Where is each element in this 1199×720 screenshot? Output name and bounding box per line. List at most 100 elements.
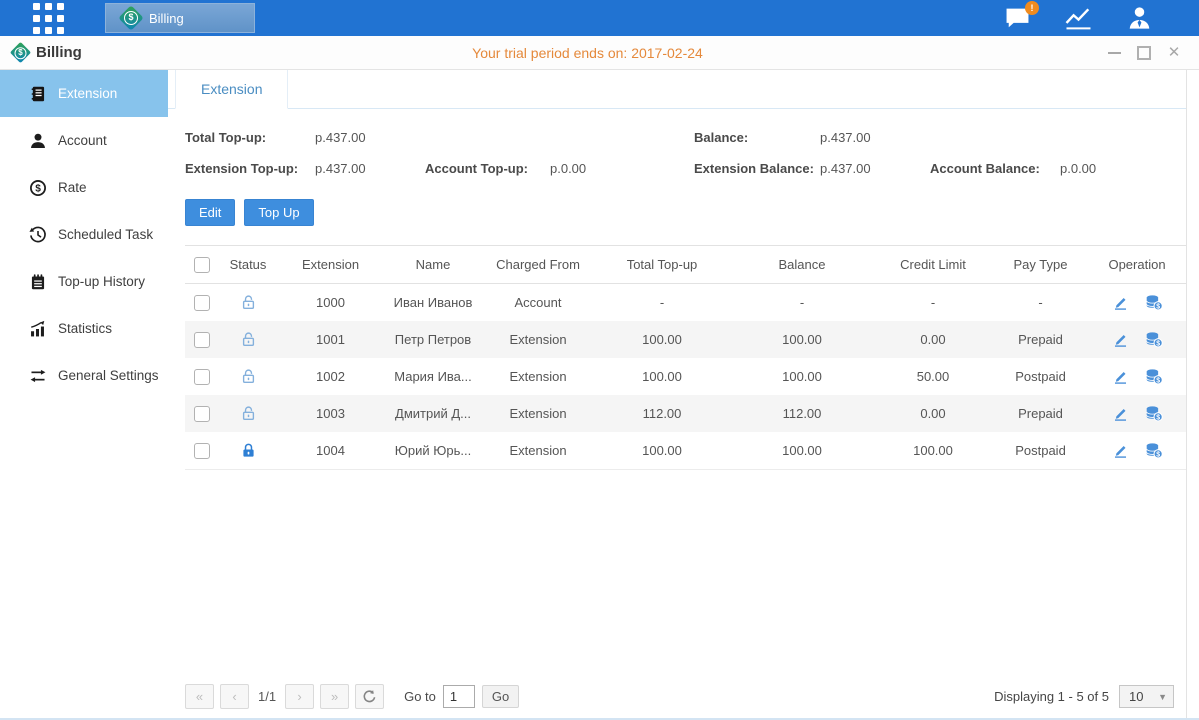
- billing-app-icon: $: [118, 5, 143, 30]
- account-topup-value: p.0.00: [550, 161, 694, 176]
- pay-type-cell: -: [993, 284, 1088, 322]
- chevron-down-icon: ▼: [1158, 692, 1167, 702]
- sidebar-item-statistics[interactable]: Statistics: [0, 305, 168, 352]
- scheduled-task-icon: [29, 226, 47, 244]
- edit-icon[interactable]: [1112, 368, 1129, 385]
- balance-cell: 100.00: [731, 321, 873, 358]
- resource-monitor-icon[interactable]: [1063, 6, 1094, 30]
- name-cell: Мария Ива...: [383, 358, 483, 395]
- balance-cell: -: [731, 284, 873, 322]
- select-all-checkbox[interactable]: [194, 257, 210, 273]
- sidebar-item-extension[interactable]: Extension: [0, 70, 168, 117]
- goto-page-input[interactable]: [443, 685, 475, 708]
- topup-icon[interactable]: $: [1145, 368, 1163, 385]
- topup-icon[interactable]: $: [1145, 405, 1163, 422]
- go-button[interactable]: Go: [482, 685, 519, 708]
- messages-icon[interactable]: !: [1004, 7, 1031, 30]
- user-menu-icon[interactable]: [1126, 5, 1153, 32]
- extension-cell: 1001: [278, 321, 383, 358]
- row-checkbox[interactable]: [194, 443, 210, 459]
- svg-text:$: $: [1156, 451, 1160, 458]
- edit-icon[interactable]: [1112, 442, 1129, 459]
- window-title: Billing: [36, 44, 82, 61]
- tab-extension[interactable]: Extension: [175, 70, 288, 109]
- edit-icon[interactable]: [1112, 331, 1129, 348]
- locked-icon: [240, 442, 257, 459]
- first-page-button[interactable]: «: [185, 684, 214, 709]
- balance-value: p.437.00: [820, 130, 930, 145]
- pagination-bar: « ‹ 1/1 › » Go to Go Displaying 1 - 5 of…: [185, 684, 1174, 709]
- total-topup-cell: 100.00: [593, 358, 731, 395]
- unlocked-icon: [240, 294, 257, 311]
- svg-text:$: $: [1156, 303, 1160, 310]
- account-topup-label: Account Top-up:: [425, 161, 550, 176]
- topup-icon[interactable]: $: [1145, 331, 1163, 348]
- goto-label: Go to: [404, 689, 436, 704]
- next-page-button[interactable]: ›: [285, 684, 314, 709]
- charged-from-cell: Extension: [483, 432, 593, 470]
- content-panel: Extension Total Top-up: p.437.00 Balance…: [168, 70, 1187, 720]
- account-balance-label: Account Balance:: [930, 161, 1060, 176]
- name-cell: Иван Иванов: [383, 284, 483, 322]
- credit-limit-cell: -: [873, 284, 993, 322]
- top-up-button[interactable]: Top Up: [244, 199, 313, 226]
- summary-row: Extension Top-up: p.437.00 Account Top-u…: [185, 153, 1186, 184]
- close-icon[interactable]: ✕: [1167, 46, 1181, 60]
- toolbar: Edit Top Up: [168, 184, 1186, 226]
- column-header-status: Status: [218, 246, 278, 284]
- topup-icon[interactable]: $: [1145, 294, 1163, 311]
- row-checkbox[interactable]: [194, 332, 210, 348]
- table-row: 1001Петр ПетровExtension100.00100.000.00…: [185, 321, 1186, 358]
- sidebar-item-label: Extension: [58, 86, 117, 101]
- sidebar-item-label: Account: [58, 133, 107, 148]
- column-header-balance: Balance: [731, 246, 873, 284]
- pagination-right: Displaying 1 - 5 of 5 10 ▼: [994, 685, 1174, 708]
- column-header-total-topup: Total Top-up: [593, 246, 731, 284]
- total-topup-cell: -: [593, 284, 731, 322]
- edit-button[interactable]: Edit: [185, 199, 235, 226]
- sidebar: Extension Account $RateScheduled TaskTop-u…: [0, 70, 168, 720]
- extension-balance-value: p.437.00: [820, 161, 930, 176]
- operation-cell: $: [1088, 432, 1186, 470]
- extension-balance-label: Extension Balance:: [694, 161, 820, 176]
- sidebar-item-rate[interactable]: $Rate: [0, 164, 168, 211]
- svg-text:$: $: [1156, 377, 1160, 384]
- edit-icon[interactable]: [1112, 405, 1129, 422]
- topup-icon[interactable]: $: [1145, 442, 1163, 459]
- refresh-button[interactable]: [355, 684, 384, 709]
- prev-page-button[interactable]: ‹: [220, 684, 249, 709]
- charged-from-cell: Extension: [483, 395, 593, 432]
- sidebar-item-top-up-history[interactable]: Top-up History: [0, 258, 168, 305]
- minimize-icon[interactable]: [1107, 46, 1121, 60]
- sidebar-item-general-settings[interactable]: General Settings: [0, 352, 168, 399]
- sidebar-item-account[interactable]: Account: [0, 117, 168, 164]
- row-checkbox[interactable]: [194, 369, 210, 385]
- sidebar-item-label: Statistics: [58, 321, 112, 336]
- svg-text:$: $: [1156, 414, 1160, 421]
- operation-cell: $: [1088, 284, 1186, 322]
- displaying-text: Displaying 1 - 5 of 5: [994, 689, 1109, 704]
- name-cell: Дмитрий Д...: [383, 395, 483, 432]
- maximize-icon[interactable]: [1137, 46, 1151, 60]
- window-controls: ✕: [1107, 46, 1199, 60]
- total-topup-cell: 100.00: [593, 321, 731, 358]
- svg-text:$: $: [1156, 340, 1160, 347]
- taskbar-billing-app[interactable]: $ Billing: [105, 3, 255, 33]
- column-header-extension: Extension: [278, 246, 383, 284]
- last-page-button[interactable]: »: [320, 684, 349, 709]
- window-body: Extension Account $RateScheduled TaskTop-u…: [0, 70, 1199, 720]
- app-menu-icon[interactable]: [33, 3, 64, 34]
- credit-limit-cell: 0.00: [873, 395, 993, 432]
- billing-app-window: $ Billing ! $ Billing Your trial period …: [0, 0, 1199, 720]
- pay-type-cell: Postpaid: [993, 358, 1088, 395]
- page-size-select[interactable]: 10 ▼: [1119, 685, 1174, 708]
- edit-icon[interactable]: [1112, 294, 1129, 311]
- extension-topup-value: p.437.00: [315, 161, 425, 176]
- row-checkbox[interactable]: [194, 406, 210, 422]
- extension-cell: 1002: [278, 358, 383, 395]
- trial-notice: Your trial period ends on: 2017-02-24: [472, 45, 703, 61]
- row-checkbox[interactable]: [194, 295, 210, 311]
- total-topup-cell: 100.00: [593, 432, 731, 470]
- sidebar-item-scheduled-task[interactable]: Scheduled Task: [0, 211, 168, 258]
- balance-label: Balance:: [694, 130, 820, 145]
